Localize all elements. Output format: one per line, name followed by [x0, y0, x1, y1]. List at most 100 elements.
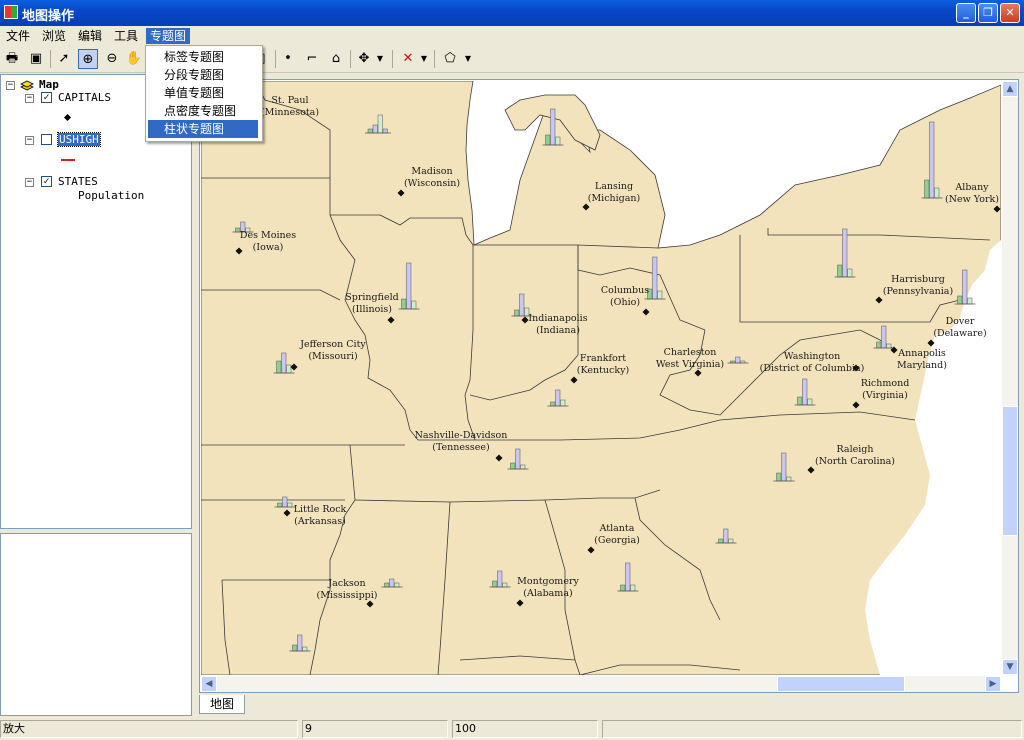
chart-bar — [510, 462, 516, 470]
menu-tools[interactable]: 工具 — [110, 28, 142, 44]
layer-name-states[interactable]: STATES — [58, 175, 98, 188]
collapse-toggle[interactable]: − — [6, 81, 15, 90]
chart-bar — [389, 578, 395, 588]
collapse-toggle[interactable]: − — [25, 94, 34, 103]
horizontal-scrollbar[interactable]: ◀ ▶ — [201, 676, 1001, 692]
point-symbol-icon — [63, 113, 72, 122]
chart-bar — [292, 644, 298, 652]
print-icon[interactable]: 🖶 — [2, 49, 22, 69]
layer-checkbox-capitals[interactable]: ✓ — [41, 92, 52, 103]
vertical-scroll-thumb[interactable] — [1002, 406, 1018, 536]
vertex-edit-icon[interactable]: ⬠ — [440, 49, 460, 69]
toolbar-separator — [392, 50, 393, 68]
zoom-out-icon[interactable]: ⊖ — [102, 49, 122, 69]
line-symbol-icon — [61, 159, 75, 161]
city-name-label: Atlanta — [599, 523, 635, 534]
city-name-label: Richmond — [861, 378, 910, 389]
city-state-label: (North Carolina) — [815, 456, 895, 467]
chart-bar — [377, 114, 383, 134]
thematic-dropdown-menu: 标签专题图 分段专题图 单值专题图 点密度专题图 柱状专题图 — [145, 45, 263, 142]
chart-bar — [797, 396, 803, 406]
chart-bar — [382, 128, 388, 134]
pan-hand-icon[interactable]: ✋ — [124, 49, 144, 69]
scroll-left-arrow[interactable]: ◀ — [201, 676, 217, 692]
chart-bar — [394, 582, 400, 588]
chevron-down-icon[interactable]: ▼ — [462, 49, 474, 69]
menu-item-range-theme[interactable]: 分段专题图 — [148, 66, 258, 84]
chart-bar — [630, 584, 636, 592]
chart-bar — [297, 634, 303, 652]
tab-bar: 地图 — [199, 695, 1024, 715]
minimize-button[interactable]: _ — [956, 3, 976, 23]
city-name-label: Nashville-Davidson — [415, 430, 508, 441]
chart-bar — [406, 262, 412, 310]
tree-root-label[interactable]: Map — [39, 78, 59, 91]
close-button[interactable]: ✕ — [1000, 3, 1020, 23]
collapse-toggle[interactable]: − — [25, 178, 34, 187]
layer-checkbox-states[interactable]: ✓ — [41, 176, 52, 187]
scroll-up-arrow[interactable]: ▲ — [1002, 81, 1018, 97]
city-state-label: Maryland) — [897, 360, 947, 371]
chart-bar — [545, 134, 551, 146]
status-empty-cell — [602, 720, 1022, 738]
map-layers-icon — [20, 79, 34, 91]
draw-polyline-icon[interactable]: ⌐ — [302, 49, 322, 69]
chart-bar — [367, 128, 373, 134]
chart-bar — [962, 269, 968, 305]
chart-bar — [728, 538, 734, 544]
menu-file[interactable]: 文件 — [2, 28, 34, 44]
chevron-down-icon[interactable]: ▼ — [418, 49, 430, 69]
layer-name-capitals[interactable]: CAPITALS — [58, 91, 111, 104]
map-canvas[interactable]: St. Paul(Minnesota) Madison(Wisconsin) Lan… — [201, 81, 1001, 675]
chart-bar — [555, 136, 561, 146]
draw-polygon-icon[interactable]: ⌂ — [326, 49, 346, 69]
city-state-label: (Wisconsin) — [404, 178, 460, 189]
chart-bar — [550, 108, 556, 146]
chart-bar — [519, 293, 525, 317]
move-icon[interactable]: ✥ — [354, 49, 374, 69]
scroll-right-arrow[interactable]: ▶ — [985, 676, 1001, 692]
tab-map[interactable]: 地图 — [199, 695, 245, 714]
window-title: 地图操作 — [22, 9, 75, 24]
chevron-down-icon[interactable]: ▼ — [374, 49, 386, 69]
maximize-button[interactable]: ❐ — [978, 3, 998, 23]
chart-bar — [520, 464, 526, 470]
scroll-down-arrow[interactable]: ▼ — [1002, 659, 1018, 675]
city-state-label: West Virginia) — [656, 359, 724, 370]
chart-bar — [550, 401, 556, 407]
chart-bar — [718, 538, 724, 544]
draw-point-icon[interactable]: • — [278, 49, 298, 69]
city-name-label: Des Moines — [240, 230, 296, 241]
city-name-label: Harrisburg — [891, 274, 945, 285]
menu-thematic[interactable]: 专题图 — [146, 28, 191, 44]
status-mode: 放大 — [0, 720, 298, 738]
chart-bar — [282, 496, 288, 508]
city-state-label: (Illinois) — [352, 304, 392, 315]
city-state-label: (Pennsylvania) — [883, 286, 953, 297]
toolbar-separator — [50, 50, 51, 68]
chart-bar — [807, 398, 813, 406]
toolbar-separator — [275, 50, 276, 68]
city-name-label: Little Rock — [294, 504, 347, 515]
chart-bar — [802, 378, 808, 406]
menu-edit[interactable]: 编辑 — [74, 28, 106, 44]
city-state-label: (Georgia) — [594, 535, 640, 546]
menu-item-label-theme[interactable]: 标签专题图 — [148, 48, 258, 66]
menu-item-bar-chart-theme[interactable]: 柱状专题图 — [148, 120, 258, 138]
open-layer-icon[interactable]: ▣ — [26, 49, 46, 69]
menu-item-dot-density-theme[interactable]: 点密度专题图 — [148, 102, 258, 120]
chart-bar — [287, 502, 293, 508]
zoom-in-icon[interactable]: ⊕ — [78, 49, 98, 69]
layer-checkbox-ushigh[interactable] — [41, 134, 52, 145]
layer-name-ushigh[interactable]: USHIGH — [57, 132, 101, 147]
vertical-scrollbar[interactable]: ▲ ▼ — [1002, 81, 1018, 675]
menu-browse[interactable]: 浏览 — [38, 28, 70, 44]
delete-icon[interactable]: ✕ — [398, 49, 418, 69]
collapse-toggle[interactable]: − — [25, 136, 34, 145]
select-arrow-icon[interactable]: ➚ — [54, 49, 74, 69]
title-bar[interactable]: 地图操作 _ ❐ ✕ — [0, 0, 1024, 26]
menu-item-unique-value-theme[interactable]: 单值专题图 — [148, 84, 258, 102]
horizontal-scroll-thumb[interactable] — [777, 676, 905, 692]
toolbar-separator — [434, 50, 435, 68]
status-value-1: 9 — [302, 720, 448, 738]
